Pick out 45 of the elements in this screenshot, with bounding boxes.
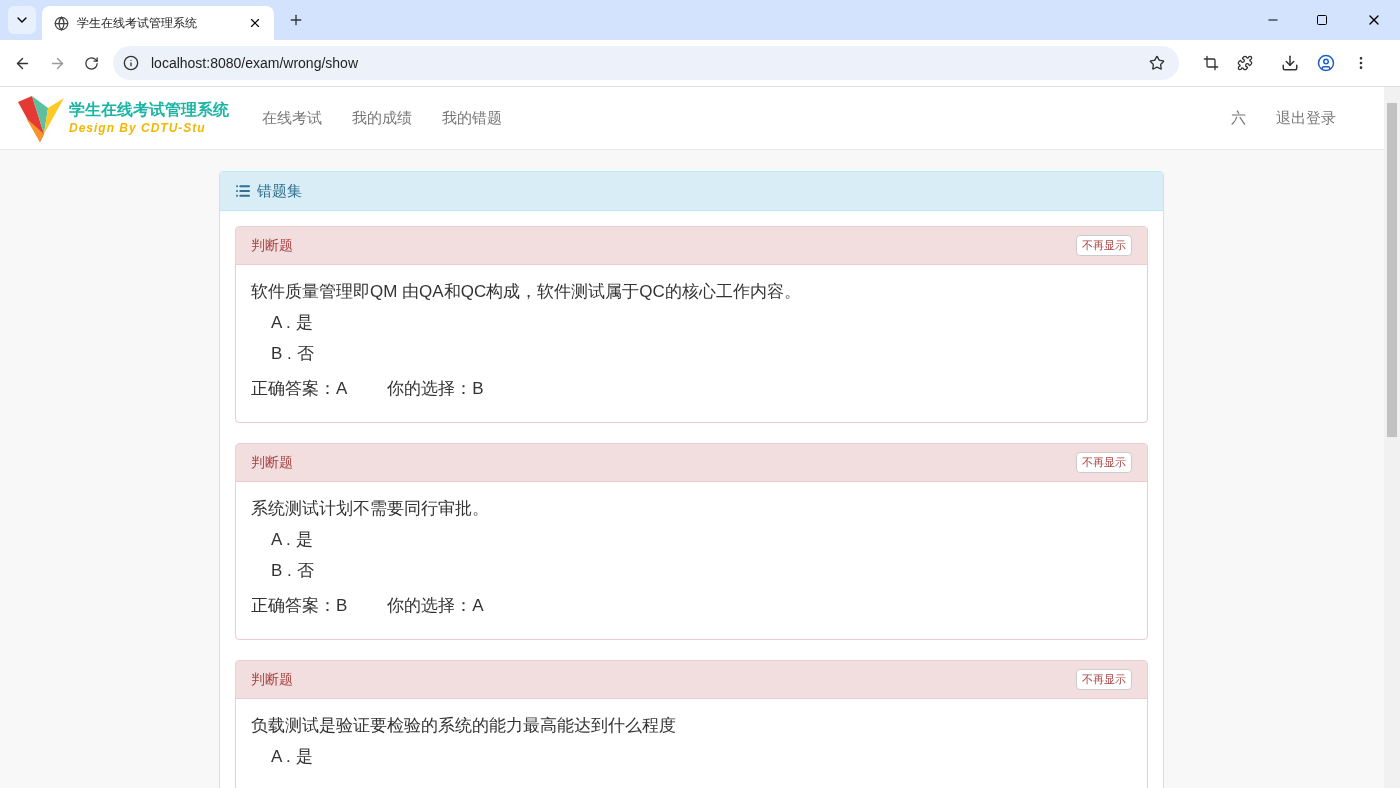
panel-title: 错题集 xyxy=(257,180,302,201)
profile-icon[interactable] xyxy=(1317,54,1335,72)
extensions-icon[interactable] xyxy=(1237,55,1253,71)
address-bar[interactable]: localhost:8080/exam/wrong/show xyxy=(113,46,1179,80)
url-text: localhost:8080/exam/wrong/show xyxy=(151,53,359,73)
answer-option: B . 否 xyxy=(271,558,1132,584)
tab-title: 学生在线考试管理系统 xyxy=(77,15,198,32)
reload-icon[interactable] xyxy=(84,55,99,71)
list-icon xyxy=(235,183,251,199)
bookmark-star-icon[interactable] xyxy=(1149,55,1165,71)
answer-option: B . 否 xyxy=(271,341,1132,367)
nav-link[interactable]: 我的错题 xyxy=(427,106,517,130)
hide-button[interactable]: 不再显示 xyxy=(1076,669,1132,690)
crop-icon[interactable] xyxy=(1203,55,1219,71)
your-choice: 你的选择：B xyxy=(387,378,484,400)
question-text: 负载测试是验证要检验的系统的能力最高能达到什么程度 xyxy=(251,715,677,737)
globe-icon xyxy=(54,15,69,31)
question-text: 系统测试计划不需要同行审批。 xyxy=(251,498,490,520)
scrollbar-thumb[interactable] xyxy=(1387,103,1397,437)
answer-option: A . 是 xyxy=(271,744,1132,770)
question-type: 判断题 xyxy=(251,670,294,689)
hide-button[interactable]: 不再显示 xyxy=(1076,452,1132,473)
your-choice: 你的选择：A xyxy=(387,595,484,617)
close-icon[interactable] xyxy=(248,16,262,30)
browser-tab[interactable]: 学生在线考试管理系统 xyxy=(42,6,274,40)
question-text: 软件质量管理即QM 由QA和QC构成，软件测试属于QC的核心工作内容。 xyxy=(251,281,802,303)
scrollbar[interactable] xyxy=(1384,87,1400,788)
info-icon xyxy=(123,55,139,71)
tab-list-button[interactable] xyxy=(8,6,36,34)
question-type: 判断题 xyxy=(251,453,294,472)
answer-option: A . 是 xyxy=(271,527,1132,553)
nav-link[interactable]: 我的成绩 xyxy=(337,106,427,130)
correct-answer: 正确答案：B xyxy=(251,595,348,617)
user-name: 六 xyxy=(1231,107,1246,128)
nav-link[interactable]: 在线考试 xyxy=(247,106,337,130)
logout-link[interactable]: 退出登录 xyxy=(1276,106,1336,130)
correct-answer: 正确答案：A xyxy=(251,378,348,400)
download-icon[interactable] xyxy=(1281,54,1299,72)
question-type: 判断题 xyxy=(251,236,294,255)
new-tab-icon[interactable] xyxy=(288,12,304,28)
brand-subtitle: Design By CDTU-Stu xyxy=(69,120,207,136)
brand-title: 学生在线考试管理系统 xyxy=(69,100,229,120)
answer-option: A . 是 xyxy=(271,310,1132,336)
hide-button[interactable]: 不再显示 xyxy=(1076,235,1132,256)
maximize-icon[interactable] xyxy=(1316,14,1328,26)
